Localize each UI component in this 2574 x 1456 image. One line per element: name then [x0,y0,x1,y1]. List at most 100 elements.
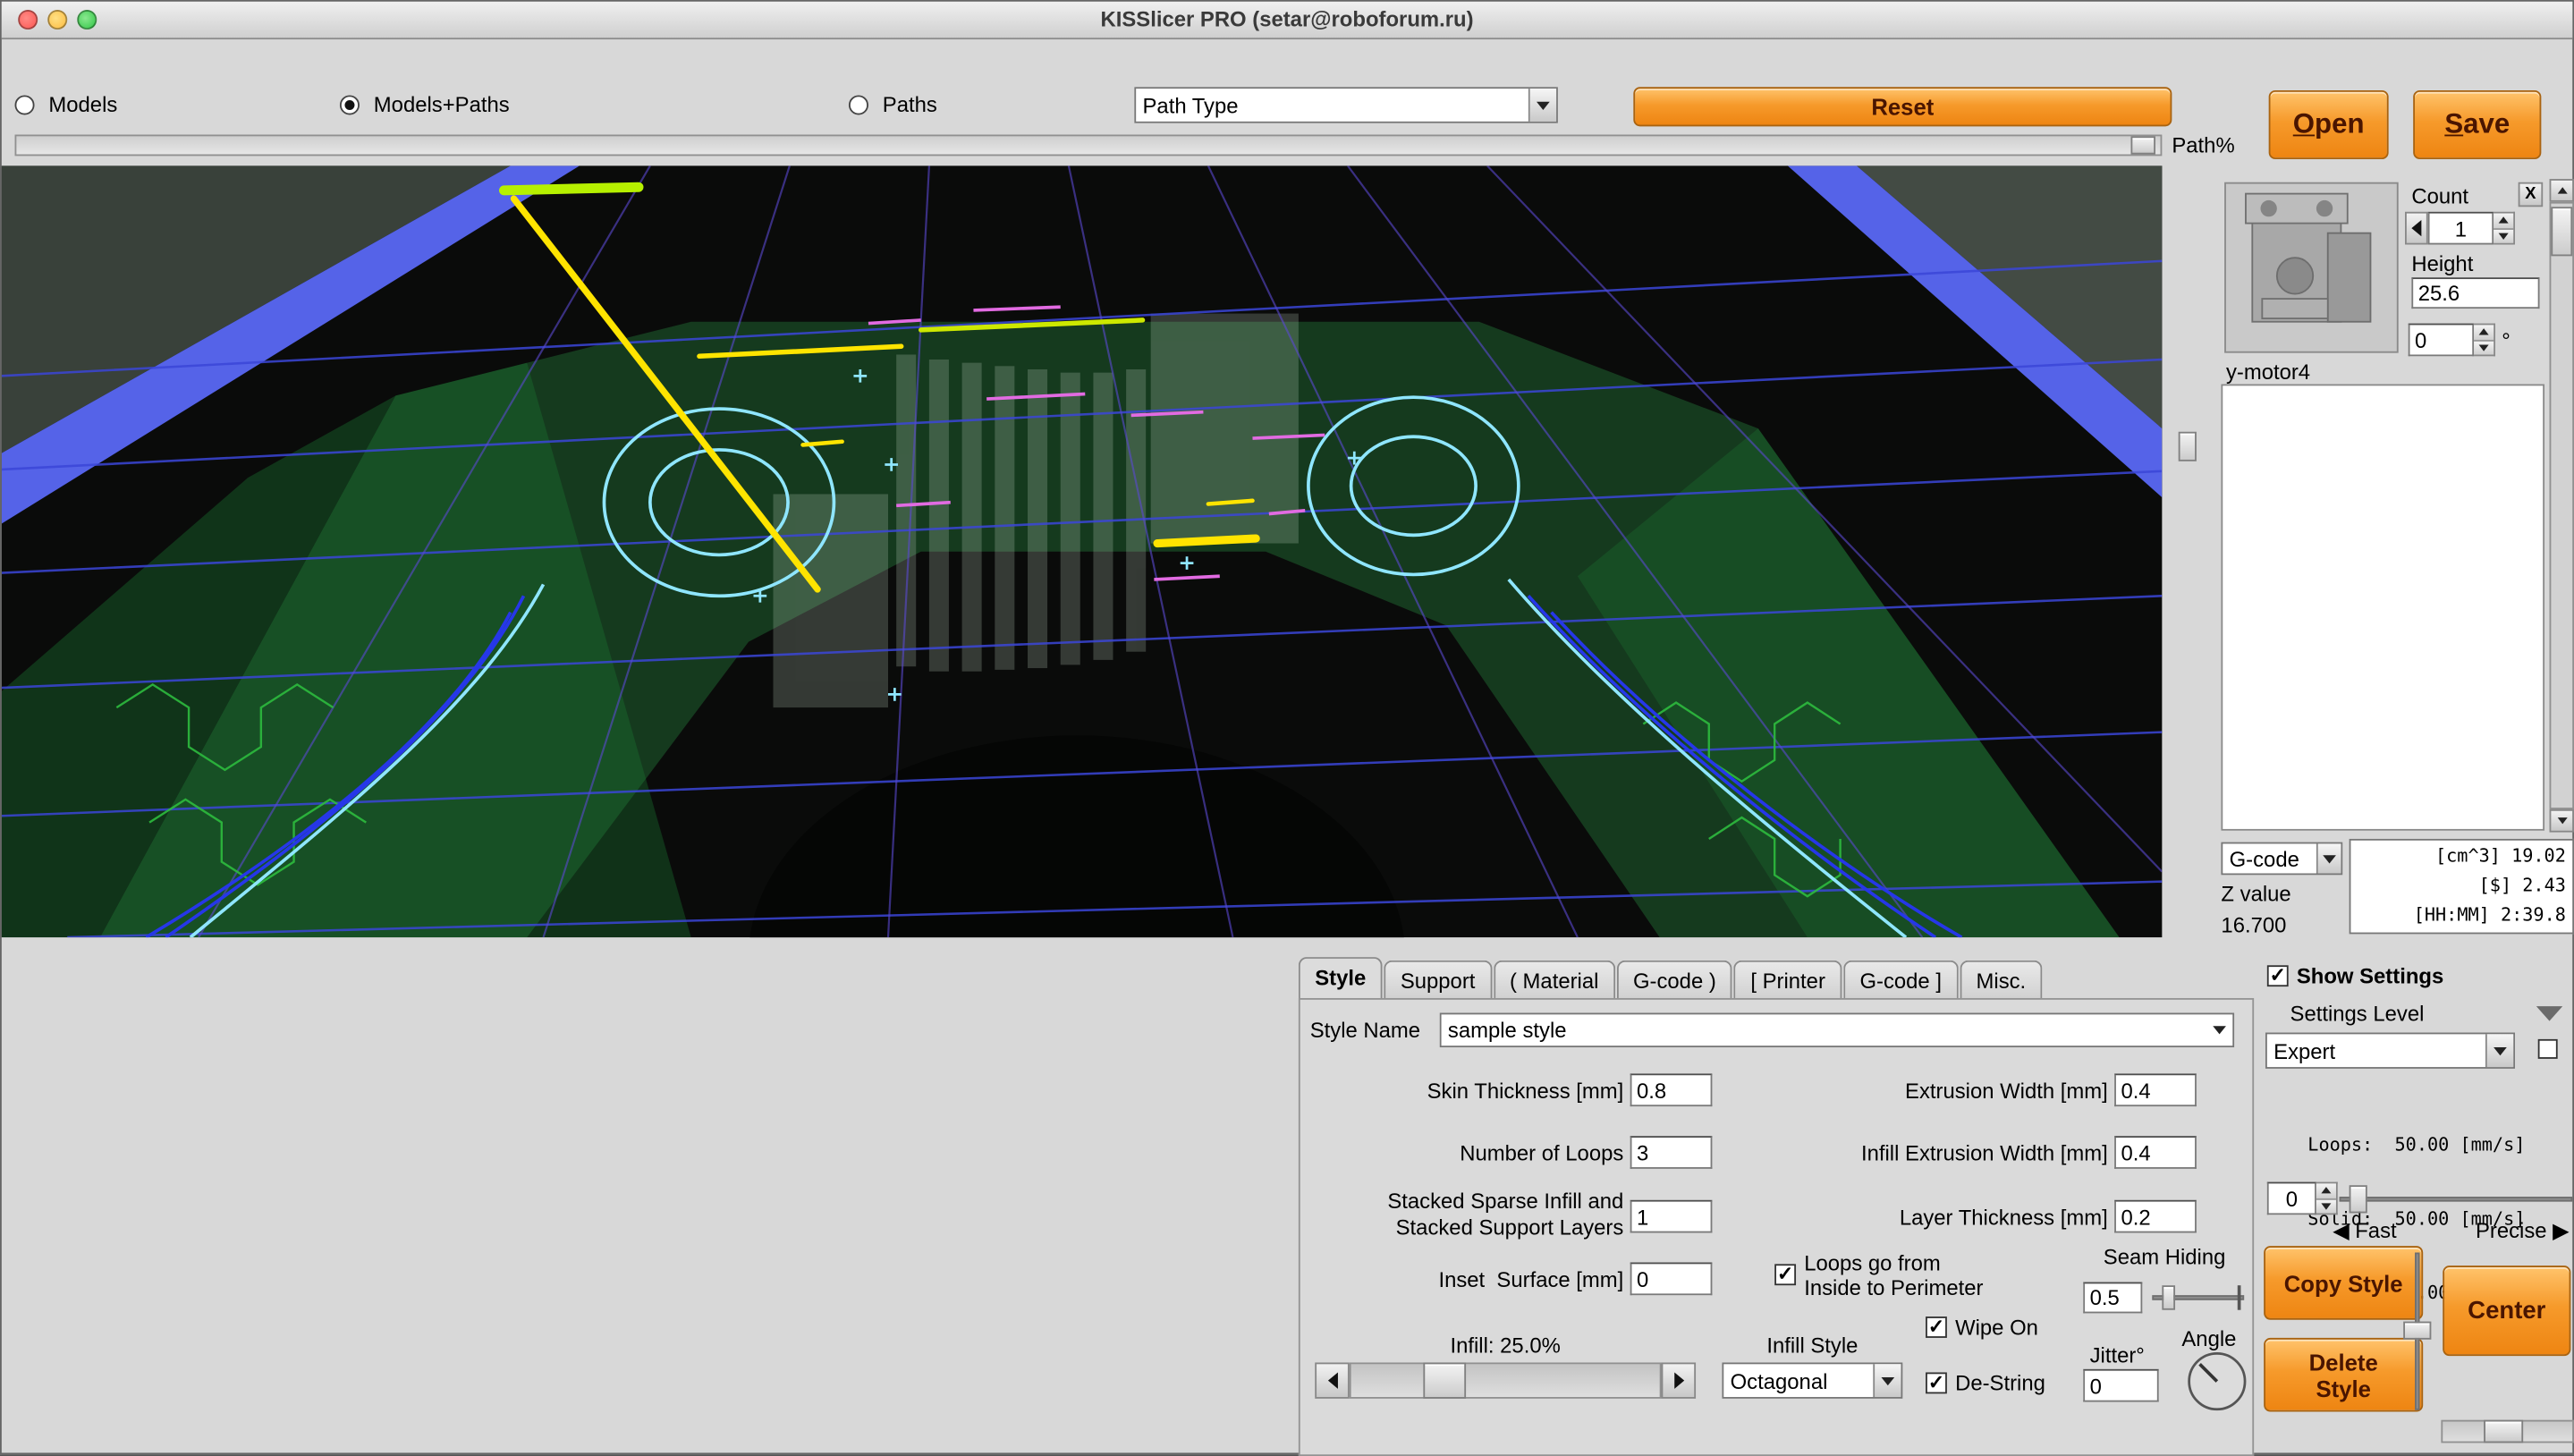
radio-models-paths[interactable]: Models+Paths [340,92,510,117]
infill-slider-right-icon[interactable] [1662,1362,1697,1398]
center-label: Center [2468,1297,2545,1325]
speed-spin-down-icon[interactable] [2316,1198,2336,1213]
bottom-right-scrollbar[interactable] [2441,1420,2574,1443]
height-field[interactable] [2411,277,2539,309]
style-name-label: Style Name [1310,1018,1420,1043]
reset-button[interactable]: Reset [1633,87,2172,126]
speed-slider-thumb[interactable] [2350,1185,2367,1213]
count-spin-up-icon[interactable] [2494,214,2513,228]
count-stepper[interactable] [2405,212,2515,245]
model-list[interactable] [2221,385,2544,831]
radio-paths[interactable]: Paths [849,92,937,117]
open-button[interactable]: Open [2269,90,2389,159]
panel-scrollbar-thumb[interactable] [2551,207,2572,256]
show-settings-checkbox[interactable]: ✓ [2267,965,2289,986]
viewport-3d[interactable] [2,165,2163,937]
loops-inside-checkbox[interactable]: ✓ [1774,1264,1796,1285]
wipe-on-checkbox[interactable]: ✓ [1926,1316,1947,1338]
stat-cost: [$] 2.43 [2358,872,2566,902]
radio-paths-label: Paths [883,92,937,117]
style-name-value: sample style [1442,1016,2206,1044]
path-percent-slider-thumb[interactable] [2130,136,2155,154]
path-type-dropdown[interactable]: Path Type [1134,87,1558,123]
splitter-grip[interactable] [2179,432,2197,461]
infill-slider-thumb[interactable] [1423,1362,1466,1398]
angle-dial-face [2187,1351,2248,1412]
radio-models-paths-circle[interactable] [340,95,360,114]
stat-volume: [cm^3] 19.02 [2358,842,2566,872]
inset-surface-label: Inset Surface [mm] [1299,1267,1623,1292]
save-label-rest: ave [2463,108,2510,140]
speed-stepper-spin[interactable] [2316,1182,2338,1215]
rotation-spin-down-icon[interactable] [2474,339,2494,354]
bottom-right-scrollbar-thumb[interactable] [2484,1420,2523,1443]
layer-thickness-label: Layer Thickness [mm] [1782,1205,2107,1230]
expert-extra-checkbox[interactable] [2538,1039,2558,1059]
style-name-dropdown[interactable]: sample style [1440,1013,2234,1048]
gcode-dropdown[interactable]: G-code [2221,842,2342,876]
number-of-loops-field[interactable] [1630,1136,1713,1169]
window-title: KISSlicer PRO (setar@roboforum.ru) [2,6,2572,31]
tab-gcode-close[interactable]: G-code ] [1843,961,1958,1002]
tab-gcode-open[interactable]: G-code ) [1617,961,1733,1002]
delete-style-button[interactable]: Delete Style [2264,1338,2423,1412]
panel-scrollbar[interactable] [2550,179,2574,833]
jitter-field[interactable] [2083,1369,2158,1402]
copy-style-button[interactable]: Copy Style [2264,1246,2423,1320]
count-input[interactable] [2428,212,2494,245]
seam-hiding-slider[interactable] [2152,1285,2244,1310]
stacked-layers-field[interactable] [1630,1200,1713,1233]
radio-models-paths-label: Models+Paths [374,92,510,117]
angle-dial[interactable] [2187,1351,2248,1417]
style-vertical-slider-thumb[interactable] [2403,1322,2431,1340]
model-thumbnail[interactable] [2224,182,2399,353]
gcode-dropdown-arrow-icon[interactable] [2316,843,2341,873]
save-button[interactable]: Save [2413,90,2541,159]
tab-printer[interactable]: [ Printer [1734,961,1842,1002]
settings-level-value: Expert [2267,1037,2485,1064]
infill-extrusion-width-field[interactable] [2114,1136,2197,1169]
layer-thickness-field[interactable] [2114,1200,2197,1233]
inset-surface-field[interactable] [1630,1262,1713,1295]
path-type-arrow-icon[interactable] [1528,89,1556,122]
infill-style-arrow-icon[interactable] [1873,1364,1901,1397]
style-vertical-slider[interactable] [2403,1252,2431,1409]
speed-stepper[interactable] [2267,1182,2338,1215]
path-percent-slider[interactable] [15,135,2163,157]
settings-level-label: Settings Level [2290,1002,2425,1027]
style-name-arrow-icon[interactable] [2206,1014,2232,1045]
tab-style[interactable]: Style [1299,957,1383,1002]
panel-scrollbar-up-icon[interactable] [2550,179,2574,202]
radio-models[interactable]: Models [15,92,118,117]
rotation-input[interactable] [2409,324,2474,357]
seam-hiding-slider-thumb[interactable] [2162,1285,2175,1310]
precise-label: Precise ▶ [2448,1218,2570,1244]
rotation-stepper[interactable]: ° [2409,324,2510,357]
radio-paths-circle[interactable] [849,95,868,114]
center-button[interactable]: Center [2443,1266,2570,1356]
tab-material[interactable]: ( Material [1494,961,1615,1002]
speed-slider[interactable] [2340,1185,2573,1213]
infill-slider-left-icon[interactable] [1315,1362,1350,1398]
seam-hiding-field[interactable] [2083,1282,2142,1314]
rotation-spin-up-icon[interactable] [2474,325,2494,339]
extrusion-width-field[interactable] [2114,1073,2197,1106]
loops-inside-label-line2: Inside to Perimeter [1804,1275,1983,1300]
count-spin[interactable] [2494,212,2515,245]
infill-slider[interactable] [1315,1362,1696,1398]
tab-support[interactable]: Support [1384,961,1491,1002]
count-decrement-icon[interactable] [2405,212,2428,245]
settings-level-arrow-icon[interactable] [2485,1034,2513,1067]
speed-stepper-input[interactable] [2267,1182,2316,1215]
count-spin-down-icon[interactable] [2494,227,2513,242]
rotation-spin[interactable] [2474,324,2495,357]
radio-models-circle[interactable] [15,95,35,114]
settings-level-dropdown[interactable]: Expert [2265,1033,2515,1069]
tab-misc[interactable]: Misc. [1960,961,2042,1002]
skin-thickness-field[interactable] [1630,1073,1713,1106]
panel-scrollbar-down-icon[interactable] [2550,809,2574,833]
destring-checkbox[interactable]: ✓ [1926,1372,1947,1393]
speed-spin-up-icon[interactable] [2316,1183,2336,1198]
infill-style-dropdown[interactable]: Octagonal [1722,1362,1902,1398]
close-panel-button[interactable]: X [2519,182,2544,207]
